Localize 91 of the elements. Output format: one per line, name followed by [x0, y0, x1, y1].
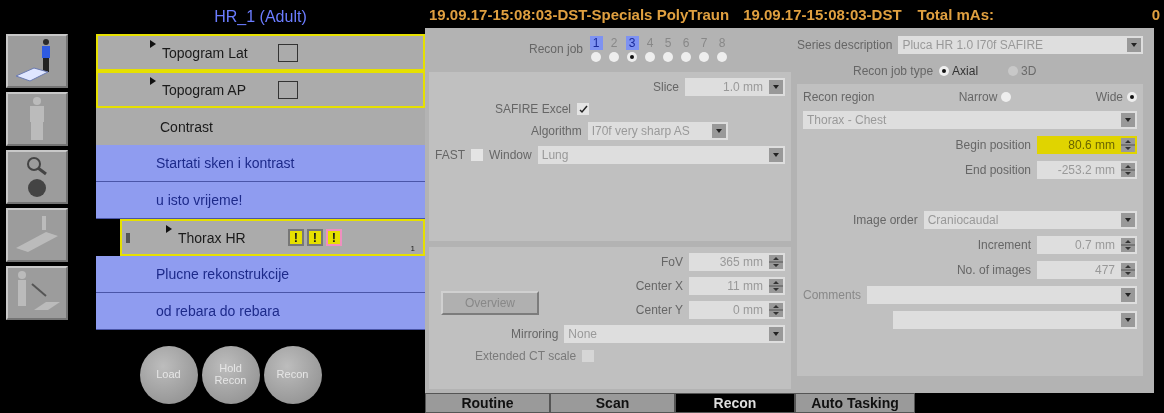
field-label: Increment	[977, 238, 1031, 252]
step-label: Topogram Lat	[162, 44, 248, 61]
step-label: Plucne rekonstrukcije	[156, 266, 290, 282]
sidebar-button[interactable]	[6, 34, 68, 88]
field-label: Extended CT scale	[475, 349, 577, 364]
comment-step[interactable]: u isto vrijeme!	[96, 182, 425, 219]
spinner-field[interactable]: 365 mm	[689, 253, 785, 272]
tab[interactable]: Routine	[425, 393, 550, 413]
spinner-icon[interactable]	[1121, 163, 1135, 177]
spinner-field[interactable]: 0 mm	[689, 301, 785, 320]
spinner-icon[interactable]	[769, 255, 783, 270]
warning-badge: !	[307, 229, 323, 246]
field-label: FoV	[661, 255, 683, 270]
mas-value: 0	[1151, 5, 1160, 23]
radio-button[interactable]	[1127, 92, 1137, 102]
sidebar-button[interactable]	[6, 150, 68, 204]
step-label: u isto vrijeme!	[156, 192, 243, 208]
pause-step[interactable]: Contrast	[96, 108, 425, 145]
scan-step[interactable]: Topogram Lat	[96, 34, 425, 71]
warning-badge: !	[326, 229, 342, 246]
step-label: Startati sken i kontrast	[156, 155, 295, 171]
scan-step[interactable]: Topogram AP	[96, 71, 425, 108]
field-label: FAST	[435, 148, 465, 163]
radio-button[interactable]	[1001, 92, 1012, 102]
play-icon	[150, 40, 156, 48]
step-label: Thorax HR	[178, 229, 246, 246]
dropdown-field[interactable]: Thorax - Chest	[803, 111, 1137, 129]
spinner-icon[interactable]	[769, 303, 783, 318]
checkbox[interactable]	[471, 149, 483, 162]
tab[interactable]: Scan	[550, 393, 675, 413]
radio-button[interactable]	[939, 66, 950, 76]
comment-step[interactable]: Plucne rekonstrukcije	[96, 256, 425, 293]
syringe-icon	[125, 230, 131, 245]
dropdown-field[interactable]: 1.0 mm	[685, 78, 785, 97]
dropdown-field[interactable]: I70f very sharp AS	[587, 122, 728, 141]
tab[interactable]: Auto Tasking	[795, 393, 915, 413]
play-icon	[150, 77, 156, 85]
field-label: No. of images	[956, 263, 1031, 277]
field-label: SAFIRE Excel	[495, 102, 572, 117]
comment-step[interactable]: Startati sken i kontrast	[96, 145, 425, 182]
spinner-icon[interactable]	[1121, 138, 1135, 152]
field-label: Series description	[797, 38, 893, 52]
field-label: Begin position	[955, 138, 1031, 152]
spinner-field[interactable]: -253.2 mm	[1037, 161, 1137, 179]
step-count: 1	[410, 244, 415, 253]
warning-badge: !	[288, 229, 304, 246]
mas-label: Total mAs:	[917, 5, 994, 23]
radio-label: 3D	[1021, 64, 1037, 78]
spinner-icon[interactable]	[769, 279, 783, 294]
play-icon	[166, 225, 172, 233]
spinner-field[interactable]: 80.6 mm	[1037, 136, 1137, 154]
field-label: Image order	[853, 213, 918, 227]
field-label: Algorithm	[531, 124, 582, 139]
radio-label: Axial	[952, 64, 979, 78]
field-label: Recon region	[803, 90, 875, 104]
spinner-field[interactable]: 11 mm	[689, 277, 785, 296]
dropdown-field[interactable]: Pluca HR 1.0 I70f SAFIRE	[898, 36, 1143, 54]
header-title: 19.09.17-15:08:03-DST-Specials PolyTraun	[429, 5, 730, 23]
radio-label: Wide	[1095, 90, 1123, 104]
scan-step[interactable]: Thorax HR ! ! ! 1	[120, 219, 425, 256]
field-label: Center X	[635, 279, 683, 294]
dropdown-field[interactable]	[867, 286, 1137, 304]
spinner-field[interactable]: 0.7 mm	[1037, 236, 1137, 254]
dropdown-field[interactable]	[893, 311, 1137, 329]
checkbox[interactable]	[278, 80, 298, 99]
step-label: od rebara do rebara	[156, 303, 280, 319]
round-button[interactable]: Recon	[263, 346, 322, 404]
dropdown-field[interactable]: Craniocaudal	[923, 211, 1137, 229]
field-label: End position	[964, 163, 1031, 177]
protocol-title: HR_1 (Adult)	[213, 7, 308, 27]
step-label: Contrast	[160, 118, 213, 135]
dropdown-field[interactable]: Lung	[537, 146, 785, 165]
spinner-field[interactable]: 477	[1037, 261, 1137, 279]
field-label: Mirroring	[511, 327, 559, 342]
step-label: Topogram AP	[162, 81, 247, 98]
field-label: Window	[489, 148, 532, 163]
field-label: Comments	[803, 288, 861, 302]
comment-step[interactable]: od rebara do rebara	[96, 293, 425, 330]
checkbox[interactable]	[278, 43, 298, 62]
field-label: Slice	[653, 80, 679, 95]
field-label: Center Y	[635, 303, 683, 318]
spinner-icon[interactable]	[1121, 263, 1135, 277]
field-label: Recon job type	[853, 64, 934, 78]
spinner-icon[interactable]	[1121, 238, 1135, 252]
radio-label: Narrow	[958, 90, 998, 104]
checkbox[interactable]	[577, 103, 590, 116]
field-label: Recon job	[529, 42, 584, 57]
series-name: 19.09.17-15:08:03-DST	[743, 5, 902, 23]
tab[interactable]: Recon	[675, 393, 795, 413]
round-button[interactable]: Hold Recon	[201, 346, 260, 404]
dropdown-field[interactable]: None	[564, 325, 785, 344]
